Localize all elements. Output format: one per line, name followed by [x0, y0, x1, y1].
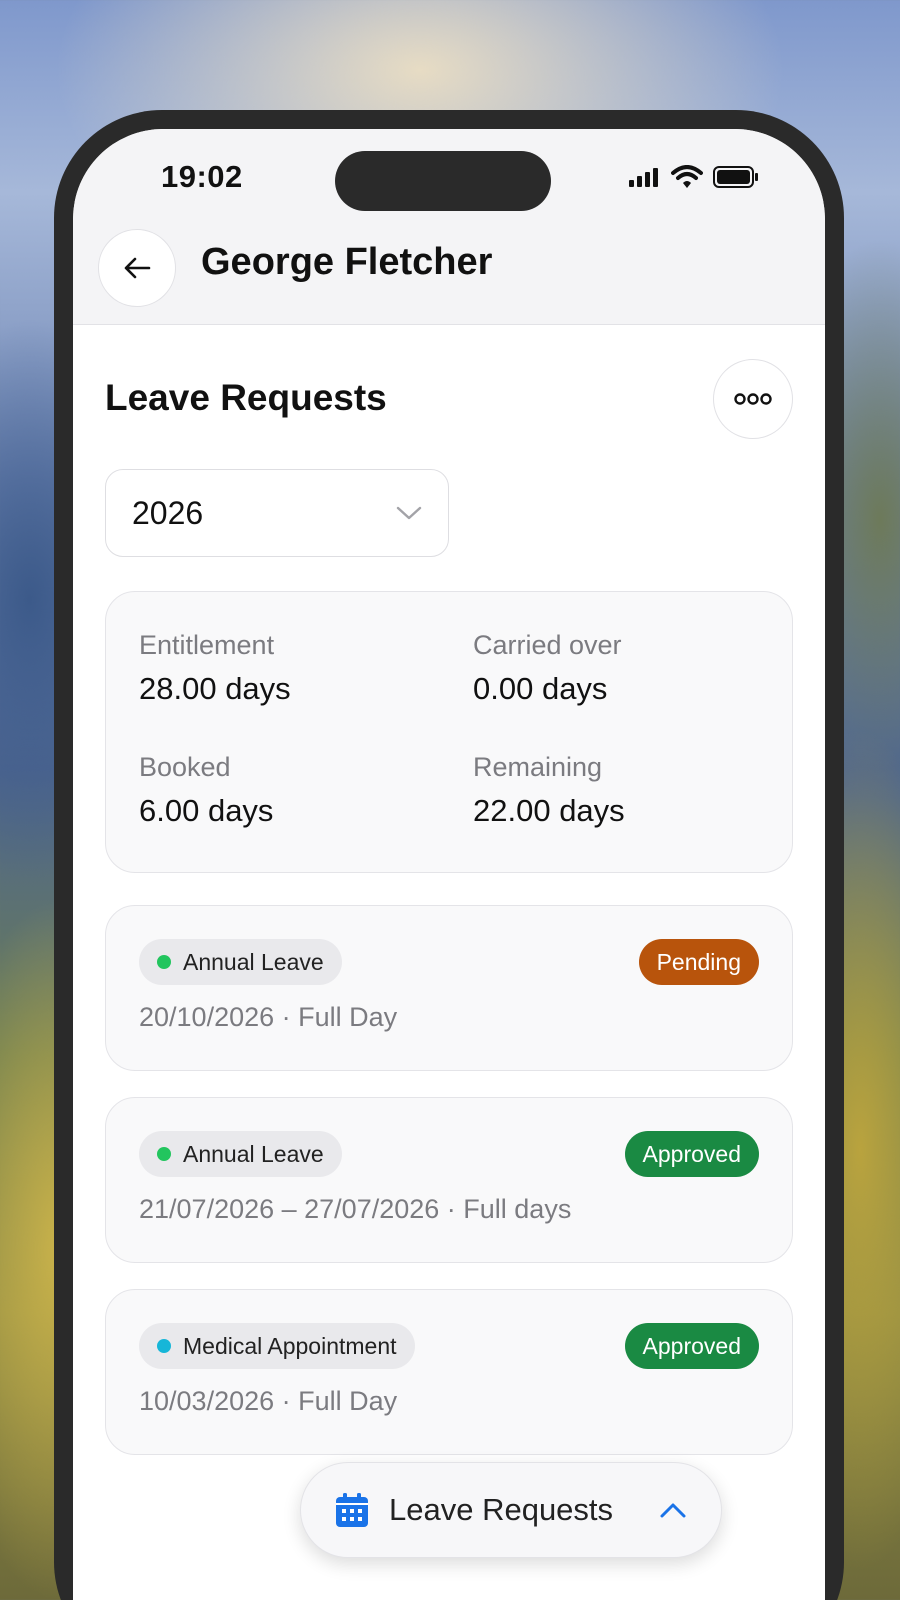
leave-type-dot: [157, 1339, 171, 1353]
leave-type-label: Annual Leave: [183, 1140, 324, 1167]
leave-type-chip: Annual Leave: [139, 1131, 342, 1177]
chevron-down-icon: [396, 506, 422, 520]
leave-requests-nav-label: Leave Requests: [389, 1492, 614, 1527]
phone-frame: 19:02 George Fletcher Leave Requests 202…: [54, 110, 844, 1600]
summary-carried-label: Carried over: [473, 630, 622, 660]
battery-icon: [713, 166, 758, 188]
leave-type-dot: [157, 955, 171, 969]
leave-dates: 20/10/2026 · Full Day: [139, 1002, 398, 1032]
summary-booked-label: Booked: [139, 752, 231, 782]
status-time: 19:02: [161, 159, 243, 194]
signal-icon: [629, 168, 658, 187]
status-badge: Approved: [624, 1323, 759, 1369]
summary-remaining: Remaining 22.00 days: [473, 752, 625, 829]
summary-remaining-value: 22.00 days: [473, 793, 625, 828]
more-options-button[interactable]: [713, 359, 793, 439]
leave-request-card[interactable]: Medical Appointment Approved 10/03/2026 …: [105, 1289, 793, 1455]
summary-booked: Booked 6.00 days: [139, 752, 273, 829]
calendar-icon: [336, 1493, 368, 1527]
more-icon: [734, 393, 772, 405]
summary-carried-over: Carried over 0.00 days: [473, 630, 622, 707]
status-icons: [629, 165, 759, 189]
status-badge: Approved: [624, 1131, 759, 1177]
leave-type-label: Medical Appointment: [183, 1332, 397, 1359]
leave-requests-nav-button[interactable]: Leave Requests: [300, 1462, 722, 1558]
app-screen: 19:02 George Fletcher Leave Requests 202…: [73, 129, 825, 1600]
chevron-up-icon: [660, 1503, 686, 1518]
top-bar: 19:02 George Fletcher: [73, 129, 825, 325]
year-select[interactable]: 2026: [105, 469, 449, 557]
leave-type-chip: Medical Appointment: [139, 1323, 415, 1369]
leave-dates: 21/07/2026 – 27/07/2026 · Full days: [139, 1194, 572, 1224]
leave-summary-card: Entitlement 28.00 days Carried over 0.00…: [105, 591, 793, 873]
leave-request-card[interactable]: Annual Leave Approved 21/07/2026 – 27/07…: [105, 1097, 793, 1263]
summary-carried-value: 0.00 days: [473, 671, 608, 706]
leave-type-label: Annual Leave: [183, 948, 324, 975]
summary-booked-value: 6.00 days: [139, 793, 274, 828]
leave-type-chip: Annual Leave: [139, 939, 342, 985]
status-badge: Pending: [638, 939, 759, 985]
leave-type-dot: [157, 1147, 171, 1161]
summary-entitlement-label: Entitlement: [139, 630, 275, 660]
leave-dates: 10/03/2026 · Full Day: [139, 1386, 398, 1416]
dynamic-island: [335, 151, 551, 211]
wifi-icon: [671, 165, 703, 188]
summary-entitlement-value: 28.00 days: [139, 671, 291, 706]
back-button[interactable]: [98, 229, 176, 307]
summary-remaining-label: Remaining: [473, 752, 603, 782]
summary-entitlement: Entitlement 28.00 days: [139, 630, 291, 707]
year-select-value: 2026: [132, 494, 204, 531]
leave-request-card[interactable]: Annual Leave Pending 20/10/2026 · Full D…: [105, 905, 793, 1071]
arrow-left-icon: [124, 257, 151, 279]
section-title: Leave Requests: [105, 377, 387, 418]
page-title: George Fletcher: [201, 241, 493, 283]
